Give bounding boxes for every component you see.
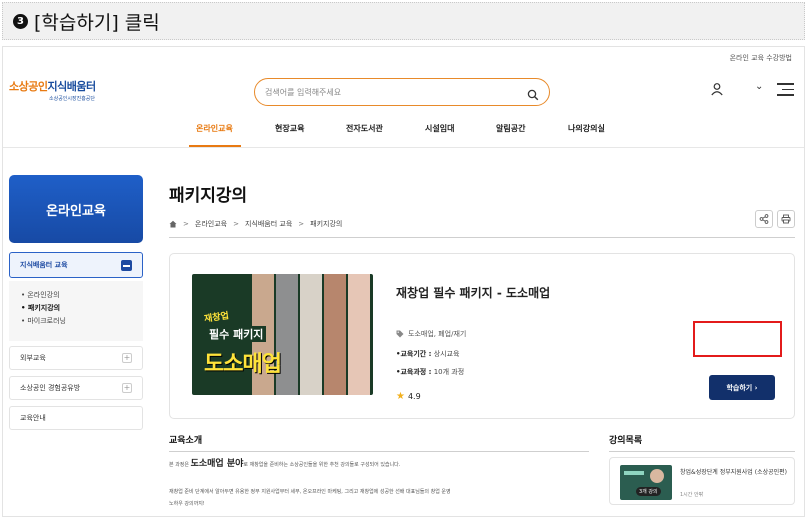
course-process-label: •교육과정 : (396, 368, 432, 376)
submenu-online-lecture[interactable]: • 온라인강의 (21, 289, 131, 302)
main-navigation: 온라인교육 현장교육 전자도서관 시설임대 알림공간 나의강의실 (3, 117, 804, 147)
instructor-photo (650, 469, 664, 483)
breadcrumb-separator: > (183, 220, 189, 228)
instruction-banner: 3 [학습하기] 클릭 (2, 2, 805, 40)
breadcrumb-package-lecture[interactable]: 패키지강의 (310, 219, 342, 229)
sidebar-item-label: 지식배움터 교육 (20, 261, 68, 269)
step-number: 3 (13, 13, 28, 29)
logo-subtext: 소상공인시장진흥공단 (49, 96, 96, 102)
search-icon[interactable] (527, 86, 539, 101)
sidebar-item-label: 소상공인 경험공유방 (20, 384, 81, 392)
nav-e-library[interactable]: 전자도서관 (346, 123, 383, 134)
star-icon: ★ (396, 391, 405, 402)
intro-line1-post: 로 재창업을 준비하는 소상공인들을 위한 추천 강의들로 구성되어 있습니다. (243, 462, 401, 468)
course-process: •교육과정 : 10개 과정 (396, 367, 464, 377)
expand-icon[interactable]: + (122, 383, 132, 393)
submenu-package-lecture[interactable]: • 패키지강의 (21, 302, 131, 315)
course-title[interactable]: 재창업 필수 패키지 - 도소매업 (396, 284, 550, 301)
print-icon (781, 214, 791, 224)
search-box (254, 78, 550, 106)
course-tags: 도소매업, 폐업/재기 (396, 329, 466, 339)
lecture-title: 창업&성장단계 정부지원사업 (소상공인편) (680, 469, 788, 476)
chevron-down-icon[interactable]: ⌄ (755, 81, 763, 92)
hamburger-menu-icon[interactable] (777, 83, 794, 100)
online-guide-link[interactable]: 온라인 교육 수강방법 (730, 53, 792, 63)
sidebar-title: 온라인교육 (9, 175, 143, 243)
sidebar-submenu: • 온라인강의 • 패키지강의 • 마이크로러닝 (9, 281, 143, 341)
thumbnail-text-1: 재창업 (203, 311, 230, 325)
rating-value: 4.9 (407, 392, 421, 401)
lecture-list-divider (609, 451, 795, 452)
breadcrumb: > 온라인교육 > 지식배움터 교육 > 패키지강의 (169, 219, 342, 229)
course-rating: ★ 4.9 (396, 391, 421, 402)
lecture-count-badge: 3개 강의 (636, 487, 661, 496)
intro-line1-highlight: 도소매업 분야 (190, 459, 244, 469)
home-icon[interactable] (169, 220, 177, 228)
share-icon (759, 214, 769, 224)
lecture-list-item[interactable]: 3개 강의 창업&성장단계 정부지원사업 (소상공인편) 1시간 안팎 (609, 457, 795, 505)
breadcrumb-separator: > (298, 220, 305, 228)
print-button[interactable] (777, 210, 795, 228)
intro-title: 교육소개 (169, 436, 203, 446)
user-icon[interactable] (710, 81, 724, 100)
site-frame: 온라인 교육 수강방법 소상공인지식배움터 소상공인시장진흥공단 ⌄ 온라인교육… (2, 46, 805, 517)
nav-online-education[interactable]: 온라인교육 (196, 123, 233, 134)
intro-text-line3: 노하우 강의까지! (169, 501, 205, 507)
instruction-text: [학습하기] 클릭 (34, 11, 160, 34)
sidebar-item-knowledge-education[interactable]: 지식배움터 교육 (9, 252, 143, 278)
title-divider (169, 237, 795, 238)
share-button[interactable] (755, 210, 773, 228)
course-period: •교육기간 : 상시교육 (396, 349, 459, 359)
logo-text-1: 소상공인 (9, 80, 48, 93)
learn-button[interactable]: 학습하기 › (709, 375, 775, 400)
logo-text-2: 지식배움터 (47, 80, 96, 93)
thumbnail-text-2: 필수 패키지 (206, 326, 267, 342)
sidebar-item-external-education[interactable]: 외부교육 + (9, 346, 143, 370)
lecture-duration: 1시간 안팎 (680, 492, 704, 498)
nav-divider (3, 147, 804, 148)
course-period-label: •교육기간 : (396, 350, 432, 358)
intro-line1-pre: 본 과정은 (169, 462, 191, 468)
site-logo[interactable]: 소상공인지식배움터 소상공인시장진흥공단 (9, 78, 96, 102)
sidebar-item-label: 외부교육 (20, 354, 46, 362)
page-title: 패키지강의 (169, 186, 248, 206)
breadcrumb-separator: > (233, 220, 239, 228)
course-thumbnail[interactable]: 재창업 필수 패키지 도소매업 (192, 274, 373, 395)
tag-icon (396, 330, 404, 338)
expand-icon[interactable]: + (122, 353, 132, 363)
highlight-box (693, 321, 782, 357)
course-process-value: 10개 과정 (431, 368, 465, 376)
nav-my-classroom[interactable]: 나의강의실 (568, 123, 605, 134)
lecture-list-title: 강의목록 (609, 436, 643, 446)
sidebar-item-education-guide[interactable]: 교육안내 (9, 406, 143, 430)
sidebar-item-experience-share[interactable]: 소상공인 경험공유방 + (9, 376, 143, 400)
course-tags-text: 도소매업, 폐업/재기 (408, 330, 467, 338)
nav-notice[interactable]: 알림공간 (496, 123, 525, 134)
intro-text-line1: 본 과정은 도소매업 분야로 재창업을 준비하는 소상공인들을 위한 추천 강의… (169, 459, 589, 470)
thumbnail-text-3: 도소매업 (204, 352, 282, 377)
breadcrumb-knowledge-education[interactable]: 지식배움터 교육 (245, 219, 292, 229)
collapse-icon[interactable] (121, 260, 132, 271)
intro-divider (169, 451, 589, 452)
sidebar-item-label: 교육안내 (20, 414, 46, 422)
lecture-thumbnail: 3개 강의 (620, 465, 672, 500)
nav-facility-rental[interactable]: 시설임대 (425, 123, 454, 134)
breadcrumb-online-education[interactable]: 온라인교육 (195, 219, 227, 229)
course-period-value: 상시교육 (431, 350, 460, 358)
nav-onsite-education[interactable]: 현장교육 (275, 123, 304, 134)
search-input[interactable] (265, 87, 527, 97)
submenu-micro-learning[interactable]: • 마이크로러닝 (21, 315, 131, 328)
intro-text-line2: 재창업 준비 단계에서 알아두면 유용한 정부 지원사업부터 세무, 온오프라인… (169, 489, 451, 495)
